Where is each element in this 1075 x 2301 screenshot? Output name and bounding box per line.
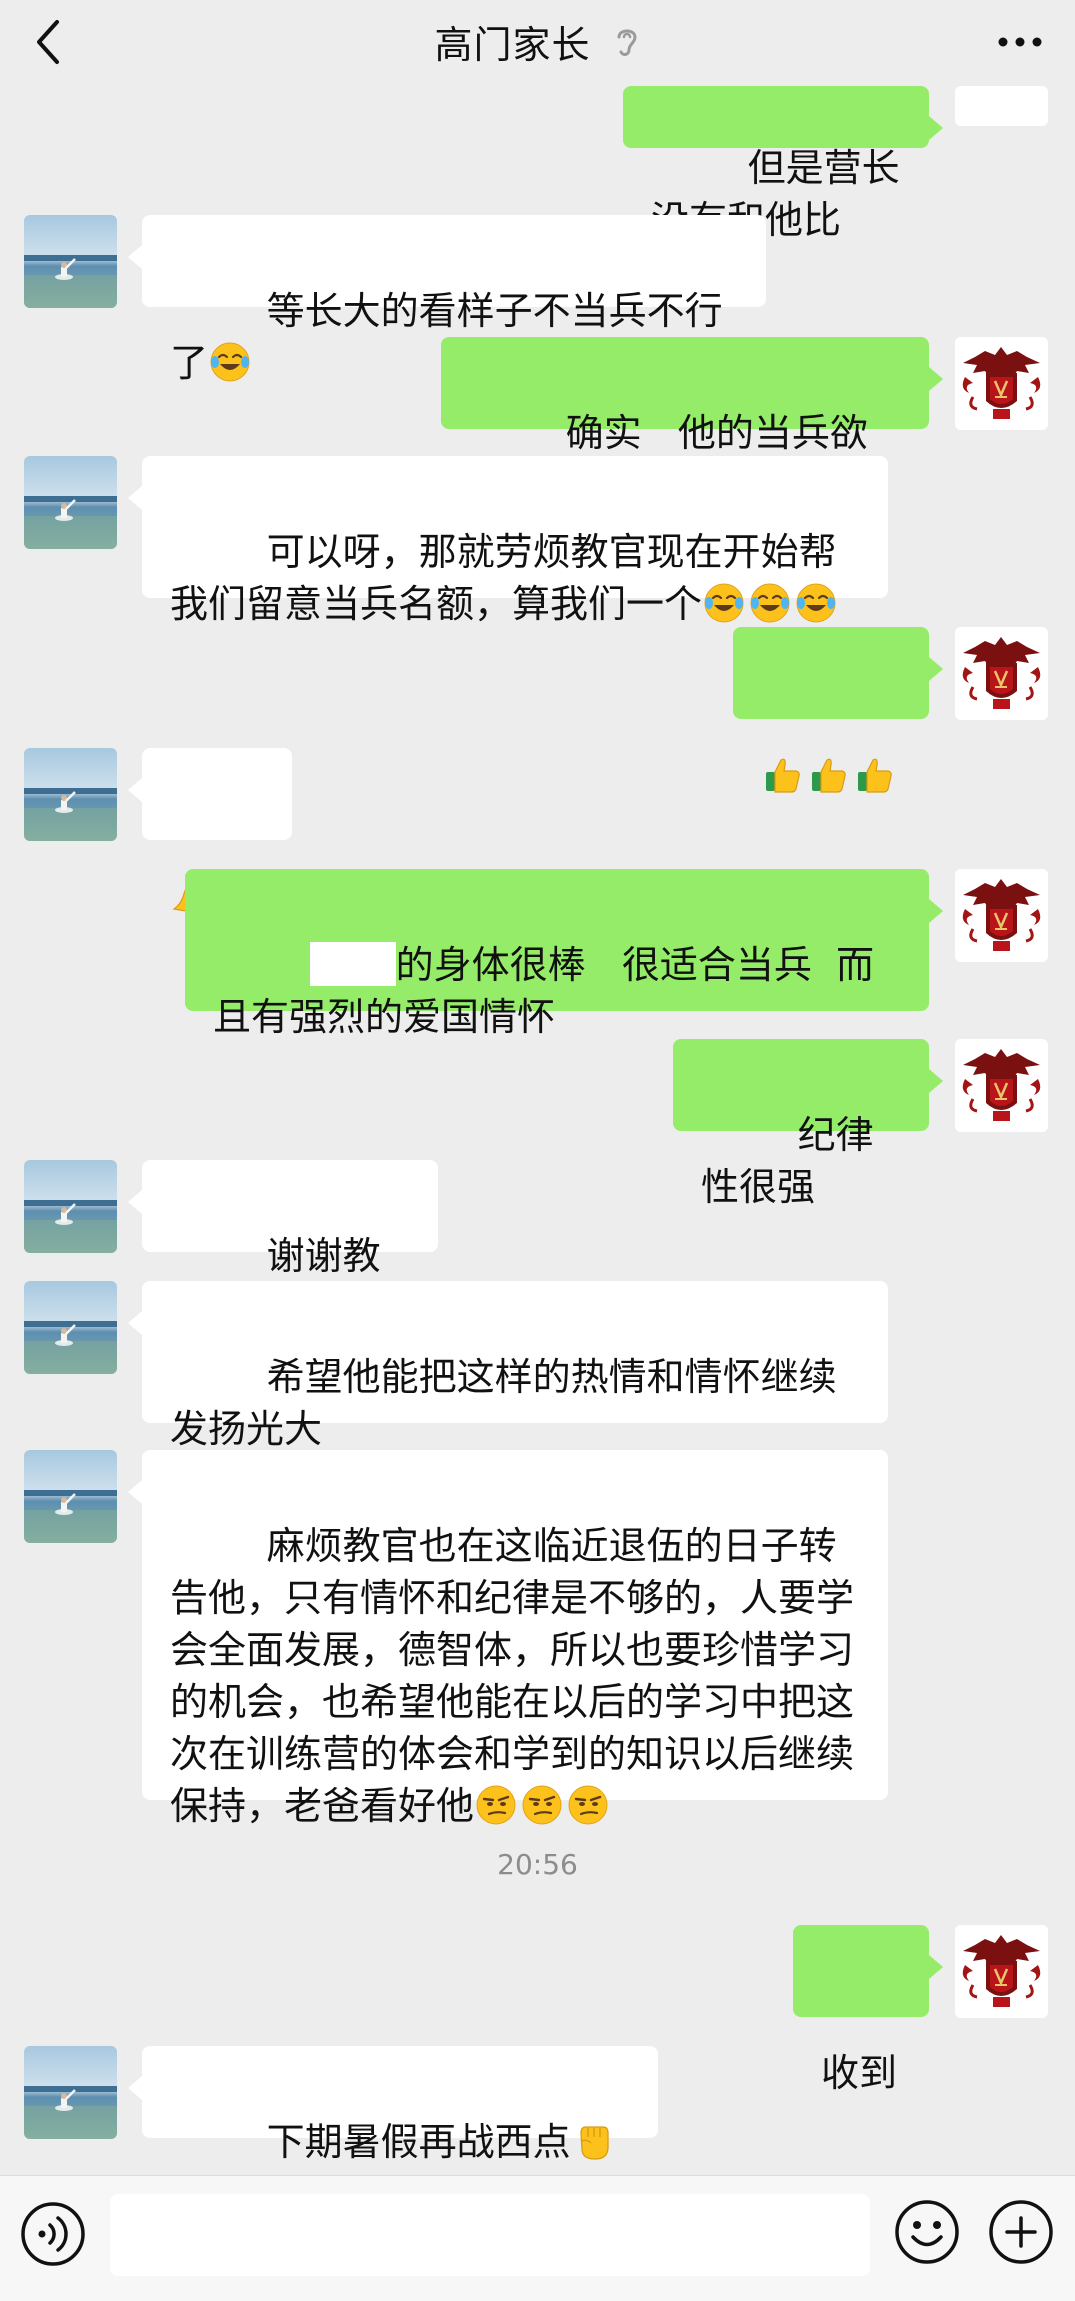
message-bubble-incoming[interactable]: 等长大的看样子不当兵不行了 <box>128 215 766 385</box>
voice-icon <box>21 2202 85 2266</box>
smiley-icon <box>895 2200 959 2264</box>
emoji-button[interactable] <box>893 2198 961 2266</box>
avatar-contact[interactable] <box>24 1281 117 1374</box>
avatar-contact[interactable] <box>24 1450 117 1543</box>
input-bar <box>0 2175 1075 2301</box>
title-bar: 高门家长 <box>0 14 1075 69</box>
message-bubble-incoming[interactable]: 希望他能把这样的热情和情怀继续发扬光大 <box>128 1281 888 1451</box>
message-bubble-incoming[interactable]: 下期暑假再战西点 <box>128 2046 658 2138</box>
message-bubble-outgoing[interactable] <box>733 627 943 719</box>
raised-fist-emoji <box>571 2119 615 2163</box>
smirk-emoji <box>520 1783 564 1827</box>
thumbs-up-emoji <box>807 752 851 796</box>
chat-header: 高门家长 <box>0 0 1075 84</box>
avatar-self[interactable] <box>955 86 1048 126</box>
avatar-self[interactable] <box>955 869 1048 962</box>
message-bubble-outgoing[interactable]: 纪律性很强 <box>673 1039 943 1209</box>
tears-of-joy-emoji <box>748 581 792 625</box>
chat-title[interactable]: 高门家长 <box>434 14 590 69</box>
ear-muted-icon <box>617 29 637 56</box>
message-bubble-incoming[interactable]: 麻烦教官也在这临近退伍的日子转告他，只有情怀和纪律是不够的，人要学会全面发展，德… <box>128 1450 888 1828</box>
timestamp: 20:56 <box>497 1848 578 1881</box>
message-bubble-incoming[interactable] <box>128 748 292 840</box>
message-bubble-incoming[interactable]: 可以呀，那就劳烦教官现在开始帮我们留意当兵名额，算我们一个 <box>128 456 888 626</box>
avatar-contact[interactable] <box>24 748 117 841</box>
avatar-contact[interactable] <box>24 1160 117 1253</box>
voice-button[interactable] <box>20 2201 86 2267</box>
avatar-contact[interactable] <box>24 456 117 549</box>
tears-of-joy-emoji <box>702 581 746 625</box>
avatar-self[interactable] <box>955 337 1048 430</box>
avatar-self[interactable] <box>955 1039 1048 1132</box>
chat-screen: 但是营长 没有和他比 等长大的看样子不当兵不行了 确实 他的当兵欲望很强 <box>0 0 1075 2301</box>
message-text: 下期暑假再战西点 <box>266 2120 571 2164</box>
thumbs-up-emoji <box>761 752 805 796</box>
tears-of-joy-emoji <box>794 581 838 625</box>
message-bubble-incoming[interactable]: 谢谢教官夸奖 <box>128 1160 438 1330</box>
plus-button[interactable] <box>987 2198 1055 2266</box>
tears-of-joy-emoji <box>208 340 252 384</box>
avatar-self[interactable] <box>955 627 1048 720</box>
message-bubble-outgoing[interactable]: 但是营长 没有和他比 <box>623 86 943 242</box>
message-list[interactable]: 但是营长 没有和他比 等长大的看样子不当兵不行了 确实 他的当兵欲望很强 <box>0 0 1075 2175</box>
smirk-emoji <box>474 1783 518 1827</box>
message-text: 希望他能把这样的热情和情怀继续发扬光大 <box>170 1355 837 1451</box>
redacted-name <box>309 942 396 986</box>
avatar-self[interactable] <box>955 1925 1048 2018</box>
thumbs-up-emoji <box>853 752 897 796</box>
more-button[interactable] <box>995 22 1045 62</box>
more-dots-icon <box>998 37 1042 47</box>
avatar-contact[interactable] <box>24 215 117 308</box>
avatar-contact[interactable] <box>24 2046 117 2139</box>
message-bubble-outgoing[interactable]: 的身体很棒 很适合当兵 而且有强烈的爱国情怀 <box>185 869 943 1039</box>
message-bubble-outgoing[interactable]: 收到 <box>793 1925 943 2095</box>
message-input[interactable] <box>110 2194 870 2276</box>
smirk-emoji <box>566 1783 610 1827</box>
message-text: 纪律性很强 <box>701 1113 874 1209</box>
plus-circle-icon <box>989 2200 1053 2264</box>
message-text: 收到 <box>821 2051 898 2095</box>
message-bubble-outgoing[interactable]: 确实 他的当兵欲望很强 <box>441 337 943 507</box>
